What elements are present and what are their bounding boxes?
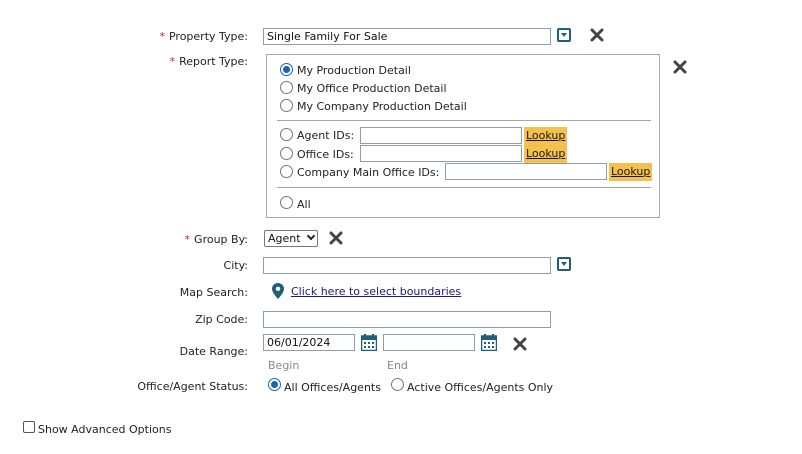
city-dropdown-button[interactable] xyxy=(557,257,571,271)
zip-code-label: Zip Code: xyxy=(195,313,248,326)
my-office-production-detail-label: My Office Production Detail xyxy=(297,82,447,95)
required-marker: * xyxy=(184,233,191,246)
radio-all-offices-agents[interactable] xyxy=(268,378,281,391)
office-ids-label: Office IDs: xyxy=(297,148,354,161)
report-type-label-text: Report Type: xyxy=(179,55,248,68)
map-search-label: Map Search: xyxy=(179,286,248,299)
date-range-label: Date Range: xyxy=(179,345,248,358)
clear-date-range-close-icon[interactable] xyxy=(513,337,527,351)
company-main-office-ids-lookup-link[interactable]: Lookup xyxy=(609,163,653,181)
active-offices-agents-only-label: Active Offices/Agents Only xyxy=(407,381,554,394)
radio-my-production-detail[interactable] xyxy=(280,63,293,76)
property-type-input[interactable]: Single Family For Sale xyxy=(263,28,551,45)
end-hint: End xyxy=(387,359,408,372)
office-ids-lookup-link[interactable]: Lookup xyxy=(524,145,568,163)
show-advanced-options-checkbox[interactable] xyxy=(23,421,35,433)
date-end-input[interactable] xyxy=(383,334,475,351)
calendar-icon[interactable] xyxy=(481,334,497,351)
required-marker: * xyxy=(159,30,165,43)
zip-code-input[interactable] xyxy=(263,311,551,328)
select-boundaries-link[interactable]: Click here to select boundaries xyxy=(291,285,461,298)
date-begin-input[interactable]: 06/01/2024 xyxy=(263,334,355,351)
city-label: City: xyxy=(223,259,248,272)
property-type-label: * Property Type: xyxy=(8,30,248,43)
chevron-down-icon xyxy=(306,231,316,241)
clear-property-type-close-icon[interactable] xyxy=(590,28,604,42)
agent-ids-label: Agent IDs: xyxy=(297,129,355,142)
clear-group-by-close-icon[interactable] xyxy=(329,231,343,245)
radio-office-ids[interactable] xyxy=(280,147,293,160)
radio-agent-ids[interactable] xyxy=(280,128,293,141)
all-label: All xyxy=(297,198,311,211)
group-by-selected-value: Agent xyxy=(268,232,301,245)
property-type-label-text: Property Type: xyxy=(168,30,248,43)
agent-ids-lookup-link[interactable]: Lookup xyxy=(524,127,568,145)
radio-my-office-production-detail[interactable] xyxy=(280,81,293,94)
radio-company-main-office-ids[interactable] xyxy=(280,165,293,178)
property-type-dropdown-button[interactable] xyxy=(557,28,571,42)
report-type-label: * Report Type: xyxy=(8,55,248,68)
required-marker: * xyxy=(169,55,176,68)
status-label: Office/Agent Status: xyxy=(137,380,248,393)
radio-all[interactable] xyxy=(280,196,293,209)
office-ids-input[interactable] xyxy=(360,145,522,162)
company-main-office-ids-label: Company Main Office IDs: xyxy=(297,166,440,179)
show-advanced-options-label: Show Advanced Options xyxy=(38,423,172,436)
report-type-divider-2 xyxy=(277,187,651,188)
report-type-divider xyxy=(277,120,651,121)
agent-ids-input[interactable] xyxy=(360,127,522,144)
radio-active-offices-agents-only[interactable] xyxy=(391,378,404,391)
group-by-label: * Group By: xyxy=(8,233,248,246)
city-input[interactable] xyxy=(263,257,551,274)
map-pin-icon xyxy=(272,283,284,299)
company-main-office-ids-input[interactable] xyxy=(445,163,607,180)
all-offices-agents-label: All Offices/Agents xyxy=(284,381,381,394)
radio-my-company-production-detail[interactable] xyxy=(280,99,293,112)
my-production-detail-label: My Production Detail xyxy=(297,64,411,77)
group-by-select[interactable]: Agent xyxy=(264,230,318,247)
my-company-production-detail-label: My Company Production Detail xyxy=(297,100,467,113)
clear-report-type-close-icon[interactable] xyxy=(673,60,687,74)
group-by-label-text: Group By: xyxy=(194,233,248,246)
calendar-icon[interactable] xyxy=(361,334,377,351)
begin-hint: Begin xyxy=(268,359,300,372)
